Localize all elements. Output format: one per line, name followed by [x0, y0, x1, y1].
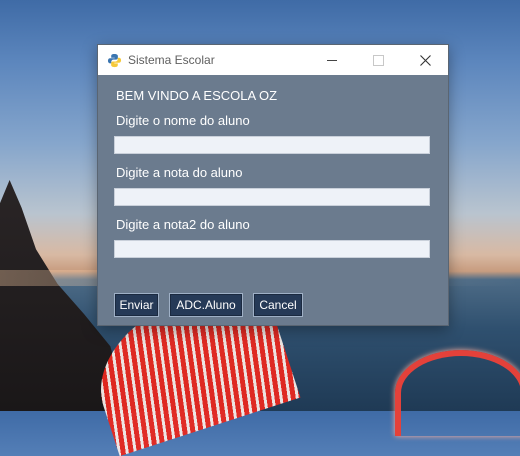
form-panel: BEM VINDO A ESCOLA OZ Digite o nome do a…	[98, 75, 448, 325]
student-grade-input[interactable]	[114, 188, 430, 206]
minimize-button[interactable]	[309, 45, 355, 75]
light-trail-right	[395, 350, 520, 436]
student-name-label: Digite o nome do aluno	[116, 113, 250, 128]
maximize-button[interactable]	[355, 45, 401, 75]
close-icon	[419, 54, 431, 66]
student-grade-label: Digite a nota do aluno	[116, 165, 243, 180]
send-button[interactable]: Enviar	[114, 293, 159, 317]
maximize-icon	[372, 54, 384, 66]
minimize-icon	[327, 59, 337, 61]
cancel-button[interactable]: Cancel	[253, 293, 303, 317]
add-student-button[interactable]: ADC.Aluno	[169, 293, 243, 317]
window-title: Sistema Escolar	[128, 53, 215, 67]
close-button[interactable]	[402, 45, 448, 75]
welcome-heading: BEM VINDO A ESCOLA OZ	[116, 88, 278, 103]
app-window: Sistema Escolar BEM VINDO A ESCOLA OZ Di…	[97, 44, 449, 326]
student-grade2-input[interactable]	[114, 240, 430, 258]
title-bar[interactable]: Sistema Escolar	[98, 45, 448, 75]
student-name-input[interactable]	[114, 136, 430, 154]
student-grade2-label: Digite a nota2 do aluno	[116, 217, 250, 232]
python-icon	[107, 53, 122, 68]
